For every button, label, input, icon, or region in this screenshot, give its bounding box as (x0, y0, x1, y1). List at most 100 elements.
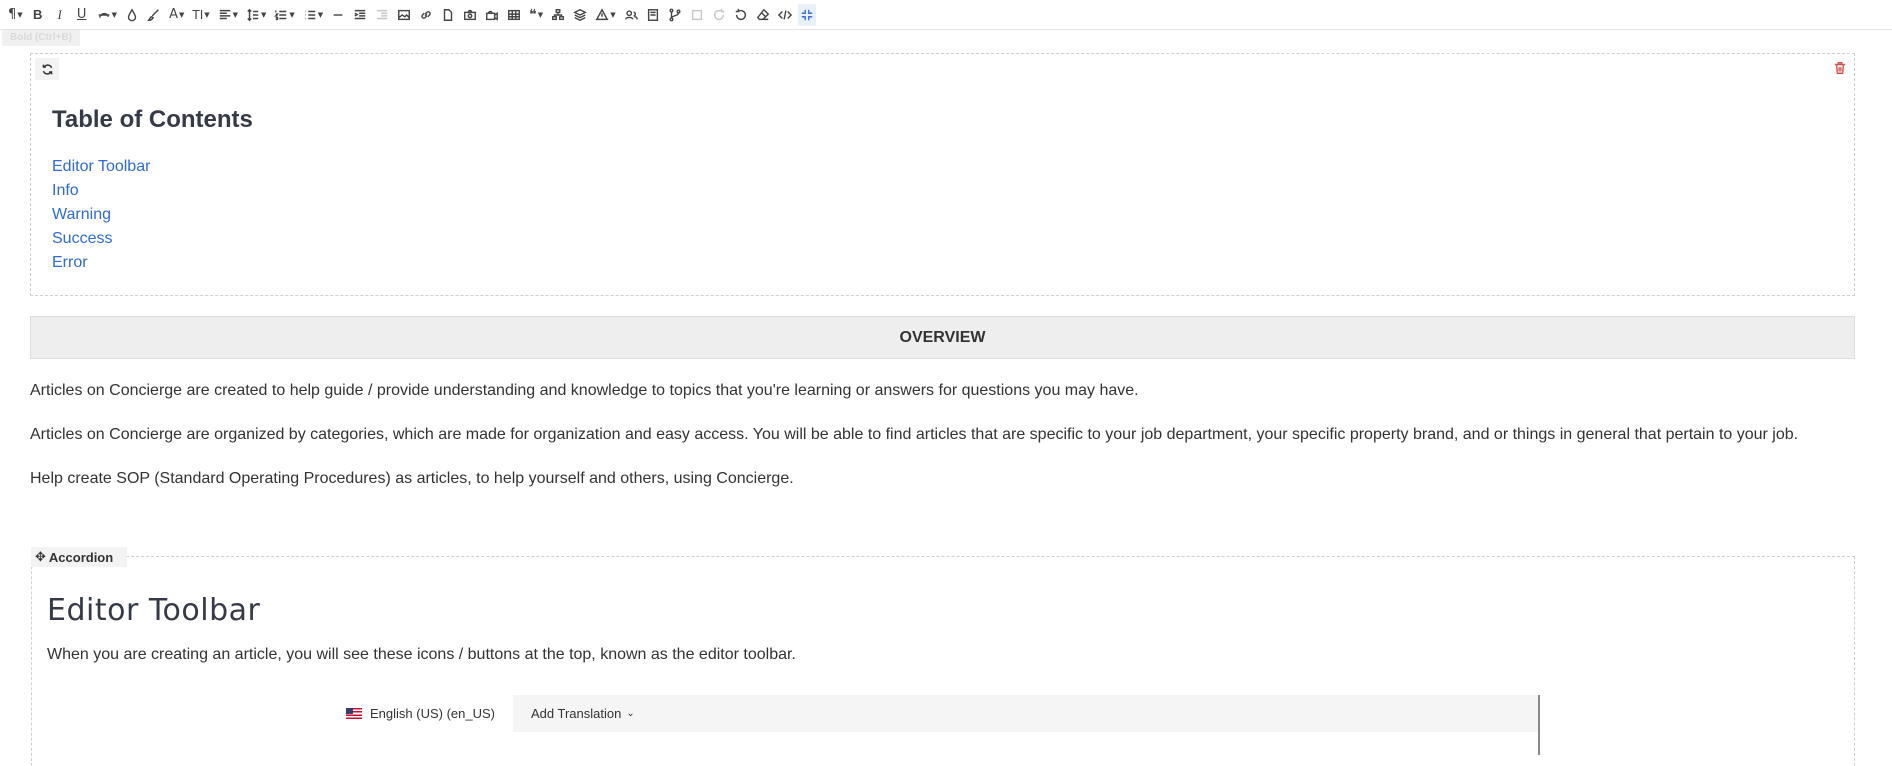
strikethrough-icon (98, 12, 109, 18)
overview-heading: OVERVIEW (30, 316, 1855, 359)
caret-down-icon: ▼ (17, 10, 23, 19)
toc-list: Editor Toolbar Info Warning Success Erro… (52, 155, 150, 275)
quote-icon: ❝ (529, 6, 537, 23)
table-icon (508, 9, 521, 20)
bold-button[interactable]: B (29, 4, 47, 26)
file-icon (443, 8, 453, 21)
background-color-button[interactable] (145, 4, 163, 26)
bold-icon: B (32, 7, 43, 22)
accordion-label: Accordion (48, 549, 114, 565)
quote-button[interactable]: ❝ ▼ (527, 4, 545, 26)
undo-button[interactable] (732, 4, 750, 26)
toc-link-warning[interactable]: Warning (52, 206, 111, 223)
users-button[interactable] (622, 4, 640, 26)
code-icon (777, 9, 792, 20)
brush-icon (147, 8, 159, 21)
align-button[interactable]: ▼ (216, 4, 240, 26)
layers-icon (573, 8, 588, 21)
toc-item: Editor Toolbar (52, 155, 150, 179)
refresh-toc-button[interactable] (35, 58, 59, 80)
org-chart-button[interactable] (549, 4, 567, 26)
caret-down-icon: ▼ (289, 10, 295, 19)
code-view-button[interactable] (776, 4, 794, 26)
overview-paragraph: Articles on Concierge are organized by c… (30, 426, 1799, 443)
caret-down-icon: ▼ (232, 10, 239, 19)
compress-icon (801, 9, 812, 20)
line-height-icon (247, 8, 259, 21)
line-height-button[interactable]: ▼ (244, 4, 268, 26)
horizontal-line-icon (333, 13, 343, 16)
org-chart-icon (552, 8, 565, 20)
insert-image-button[interactable] (395, 4, 413, 26)
insert-camera-button[interactable] (461, 4, 479, 26)
caret-down-icon: ▼ (317, 10, 324, 19)
select-all-button[interactable] (688, 4, 706, 26)
layers-button[interactable] (571, 4, 589, 26)
eraser-icon (756, 8, 769, 20)
indent-button[interactable] (351, 4, 369, 26)
strikethrough-button[interactable]: ▼ (95, 4, 119, 26)
language-label: English (US) (en_US) (370, 706, 495, 721)
overview-paragraph: Help create SOP (Standard Operating Proc… (30, 470, 794, 487)
move-icon: ✥ (35, 549, 46, 565)
warning-triangle-icon (595, 7, 609, 20)
caret-down-icon: ▼ (204, 10, 210, 19)
redo-icon (713, 8, 724, 20)
italic-icon: I (57, 6, 62, 22)
accordion-description: When you are creating an article, you wi… (47, 646, 796, 663)
ordered-list-button[interactable]: ▼ (272, 4, 296, 26)
language-bar: English (US) (en_US) Add Translation ⌄ (334, 695, 1538, 732)
insert-table-button[interactable] (505, 4, 523, 26)
insert-video-button[interactable] (483, 4, 501, 26)
underline-icon: U (76, 7, 87, 22)
link-icon (421, 10, 431, 19)
accordion-drag-handle[interactable]: ✥ Accordion (31, 547, 128, 567)
toc-item: Success (52, 227, 150, 251)
toc-link-error[interactable]: Error (52, 254, 88, 271)
insert-file-button[interactable] (439, 4, 457, 26)
users-icon (624, 9, 638, 20)
align-left-icon (219, 9, 230, 19)
book-button[interactable] (644, 4, 662, 26)
toc-link-editor-toolbar[interactable]: Editor Toolbar (52, 158, 150, 175)
paragraph-format-button[interactable]: ¶ ▼ (6, 4, 25, 26)
font-size-icon: TI (192, 7, 204, 22)
caret-down-icon: ▼ (178, 10, 185, 19)
toc-link-success[interactable]: Success (52, 230, 112, 247)
fullscreen-button[interactable] (797, 3, 816, 26)
bullet-list-icon (304, 10, 316, 19)
toc-link-info[interactable]: Info (52, 182, 79, 199)
italic-button[interactable]: I (51, 4, 69, 26)
font-size-button[interactable]: TI ▼ (190, 4, 211, 26)
paragraph-icon: ¶ (8, 7, 17, 22)
text-color-button[interactable] (123, 4, 141, 26)
insert-link-button[interactable] (417, 4, 435, 26)
language-tab[interactable]: English (US) (en_US) (334, 695, 513, 732)
droplet-icon (127, 7, 137, 21)
delete-block-button[interactable] (1830, 58, 1850, 78)
clear-formatting-button[interactable] (754, 4, 772, 26)
image-icon (398, 9, 411, 20)
embedded-screenshot: English (US) (en_US) Add Translation ⌄ (334, 695, 1540, 755)
outdent-button[interactable] (373, 4, 391, 26)
toc-title: Table of Contents (52, 106, 253, 133)
ordered-list-icon (274, 10, 287, 20)
toc-item: Warning (52, 203, 150, 227)
caret-down-icon: ▼ (537, 10, 544, 19)
add-translation-button[interactable]: Add Translation ⌄ (513, 695, 1538, 732)
branch-button[interactable] (666, 4, 684, 26)
horizontal-line-button[interactable] (329, 4, 347, 26)
branch-icon (669, 8, 681, 21)
camera-icon (464, 9, 477, 20)
indent-icon (354, 9, 366, 19)
trash-icon (1834, 62, 1846, 74)
toc-item: Info (52, 179, 150, 203)
redo-button[interactable] (710, 4, 728, 26)
font-family-icon: A (169, 7, 178, 22)
shapes-button[interactable]: ▼ (593, 4, 617, 26)
underline-button[interactable]: U (73, 4, 91, 26)
us-flag-icon (346, 708, 362, 719)
refresh-icon (42, 63, 52, 75)
font-family-button[interactable]: A ▼ (167, 4, 186, 26)
unordered-list-button[interactable]: ▼ (301, 4, 325, 26)
